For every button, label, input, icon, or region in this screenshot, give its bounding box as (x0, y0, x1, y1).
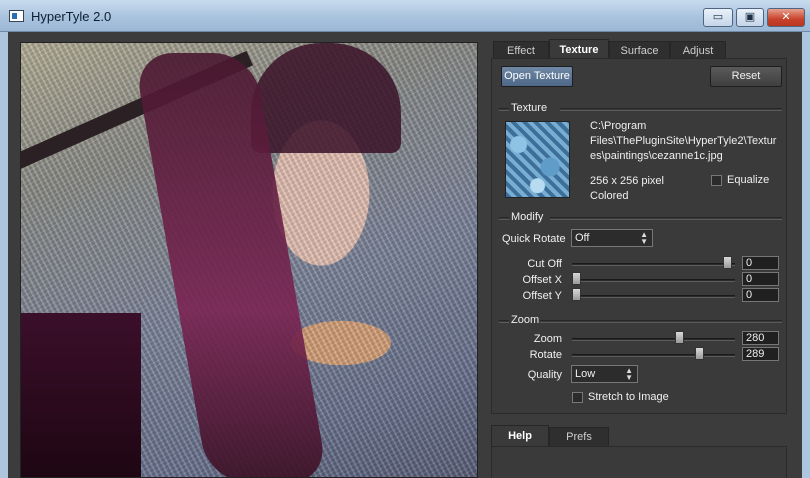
texture-thumbnail (505, 121, 570, 198)
quick-rotate-select[interactable]: Off ▲ ▼ (571, 229, 653, 247)
updown-arrow-icon: ▲ ▼ (640, 230, 648, 246)
preview-shape (251, 43, 401, 153)
group-divider (499, 320, 509, 323)
help-panel (491, 446, 787, 478)
stretch-to-image-label: Stretch to Image (588, 391, 669, 403)
group-divider (540, 320, 782, 323)
group-divider (499, 217, 509, 220)
tab-help[interactable]: Help (491, 425, 549, 446)
minimize-button[interactable]: ▭ (703, 8, 733, 27)
rotate-label: Rotate (529, 349, 562, 361)
reset-button[interactable]: Reset (710, 66, 782, 87)
rotate-input[interactable]: 289 (742, 347, 779, 361)
texture-panel: Open Texture Reset Texture C:\Program Fi… (491, 58, 787, 414)
offset-y-slider-knob[interactable] (572, 288, 581, 301)
offset-x-label: Offset X (522, 274, 562, 286)
app-icon (9, 10, 24, 22)
quality-value: Low (575, 368, 596, 380)
preview-shape (21, 313, 141, 477)
maximize-button[interactable]: ▣ (736, 8, 764, 27)
equalize-checkbox[interactable] (711, 175, 722, 186)
texture-size: 256 x 256 pixel (590, 175, 664, 187)
texture-path-line-3: es\paintings\cezanne1c.jpg (590, 150, 723, 162)
offset-x-slider-knob[interactable] (572, 272, 581, 285)
cut-off-label: Cut Off (527, 258, 562, 270)
window-right-border (802, 32, 810, 478)
quality-label: Quality (527, 369, 562, 381)
zoom-group-label: Zoom (511, 314, 540, 326)
offset-y-input[interactable]: 0 (742, 288, 779, 302)
texture-group-label: Texture (511, 102, 548, 114)
offset-x-input[interactable]: 0 (742, 272, 779, 286)
group-divider (499, 108, 509, 111)
close-button[interactable]: ✕ (767, 8, 805, 27)
cut-off-slider-knob[interactable] (722, 256, 732, 269)
modify-group-label: Modify (511, 211, 544, 223)
quality-select[interactable]: Low ▲ ▼ (571, 365, 638, 383)
zoom-input[interactable]: 280 (742, 331, 779, 345)
window-title: HyperTyle 2.0 (31, 9, 112, 24)
texture-path-line-2: Files\ThePluginSite\HyperTyle2\Textur (590, 135, 777, 147)
texture-path-line-1: C:\Program (590, 120, 647, 132)
quick-rotate-label: Quick Rotate (502, 233, 566, 245)
cut-off-input[interactable]: 0 (742, 256, 779, 270)
group-divider (560, 108, 782, 111)
window-left-border (0, 32, 8, 478)
tab-prefs[interactable]: Prefs (549, 427, 609, 446)
image-preview[interactable] (20, 42, 478, 478)
group-divider (550, 217, 782, 220)
zoom-slider-track[interactable] (572, 338, 735, 341)
open-texture-button[interactable]: Open Texture (501, 66, 573, 87)
quick-rotate-value: Off (575, 232, 590, 244)
rotate-slider-knob[interactable] (695, 347, 705, 360)
offset-x-slider-track[interactable] (572, 279, 735, 282)
tab-texture[interactable]: Texture (549, 39, 609, 60)
zoom-label: Zoom (533, 333, 562, 345)
cut-off-slider-track[interactable] (572, 263, 735, 266)
rotate-slider-track[interactable] (572, 354, 735, 357)
offset-y-label: Offset Y (522, 290, 562, 302)
stretch-to-image-checkbox[interactable] (572, 392, 583, 403)
texture-type: Colored (590, 190, 629, 202)
equalize-label: Equalize (727, 174, 770, 186)
updown-arrow-icon: ▲ ▼ (625, 366, 633, 382)
offset-y-slider-track[interactable] (572, 295, 735, 298)
zoom-slider-knob[interactable] (675, 331, 685, 344)
title-bar: HyperTyle 2.0 ▭ ▣ ✕ (0, 0, 810, 32)
